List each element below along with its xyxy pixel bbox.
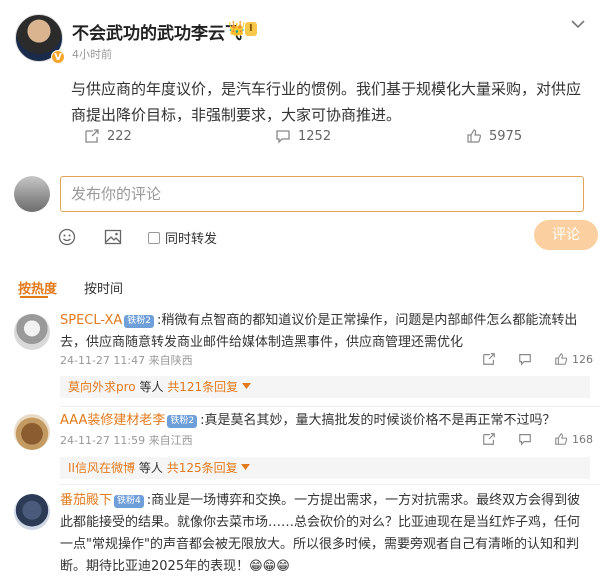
fan-badge: 铁粉2 xyxy=(124,315,154,328)
thumbs-up-icon xyxy=(555,353,568,365)
caret-down-icon xyxy=(242,383,252,389)
comment-icon[interactable] xyxy=(518,352,532,366)
comment-button[interactable]: 1252 xyxy=(275,128,331,144)
composer-toolbar: 同时转发 评论 xyxy=(58,220,598,252)
post-text: 与供应商的年度议价，是汽车行业的惯例。我们基于规模化大量采购，对供应商提出降价目… xyxy=(71,80,582,124)
checkbox-box[interactable] xyxy=(148,231,160,244)
chevron-down-icon[interactable] xyxy=(571,14,585,33)
post-header: V 不会武功的武功李云飞 👑 I 4小时前 xyxy=(15,14,595,64)
repost-checkbox-label: 同时转发 xyxy=(165,232,218,247)
comment-like-count: 126 xyxy=(572,352,593,366)
reply-summary[interactable]: II信风在微博 等人 共125条回复 xyxy=(60,457,590,479)
repost-count: 222 xyxy=(107,128,132,144)
share-icon[interactable] xyxy=(482,352,496,366)
comment-meta: 24-11-27 11:47 来自陕西 xyxy=(60,354,193,367)
comment-text-block: SPECL-XA 铁粉2:稍微有点智商的都知道议价是正常操作，问题是内部邮件怎么都… xyxy=(60,310,590,354)
comment-composer: 发布你的评论 xyxy=(14,174,594,218)
crown-icon: 👑 xyxy=(228,21,246,37)
reply-connector: 等人 xyxy=(135,461,167,475)
commenter-name[interactable]: AAA装修建材老李 xyxy=(60,413,165,428)
thumbs-up-icon xyxy=(555,433,568,445)
comment-text-block: AAA装修建材老李 铁粉2:真是莫名其妙，量大搞批发的时候谈价格不是再正常不过吗？ xyxy=(60,410,590,432)
fan-badge: 铁粉2 xyxy=(167,415,198,428)
comment-actions: 126 xyxy=(482,352,593,366)
my-avatar xyxy=(14,176,50,212)
commenter-name[interactable]: SPECL-XA xyxy=(60,313,122,328)
comment-like-count: 168 xyxy=(572,432,593,446)
comment-divider xyxy=(60,406,600,407)
reply-user[interactable]: 莫向外求pro xyxy=(68,380,136,394)
comment-text: :真是莫名其妙，量大搞批发的时候谈价格不是再正常不过吗？ xyxy=(200,413,556,428)
comment-input[interactable]: 发布你的评论 xyxy=(60,176,584,212)
share-icon xyxy=(85,129,99,143)
comment-like-button[interactable]: 168 xyxy=(554,432,593,446)
post-time: 4小时前 xyxy=(72,48,112,61)
post-actions: 222 1252 5975 xyxy=(0,128,605,150)
reply-count[interactable]: 共121条回复 xyxy=(167,380,238,394)
caret-down-icon xyxy=(241,464,251,470)
commenter-name[interactable]: 番茄殿下 xyxy=(60,493,112,508)
reply-count[interactable]: 共125条回复 xyxy=(167,461,238,475)
comment-item: SPECL-XA 铁粉2:稍微有点智商的都知道议价是正常操作，问题是内部邮件怎么都… xyxy=(14,310,599,398)
comment-icon xyxy=(276,130,290,144)
thumbs-up-icon xyxy=(467,129,482,143)
comment-text-block: 番茄殿下 铁粉4:商业是一场博弈和交换。一方提出需求，一方对抗需求。最终双方会得到… xyxy=(60,490,590,578)
active-tab-underline xyxy=(20,296,48,298)
image-icon[interactable] xyxy=(104,228,122,250)
commenter-avatar[interactable] xyxy=(14,494,50,530)
share-icon[interactable] xyxy=(482,432,496,446)
author-name[interactable]: 不会武功的武功李云飞 xyxy=(72,19,242,44)
like-button[interactable]: 5975 xyxy=(466,128,522,144)
emoji-icon[interactable] xyxy=(58,228,76,250)
like-count: 5975 xyxy=(489,128,523,144)
comment-like-button[interactable]: 126 xyxy=(554,352,593,366)
repost-button[interactable]: 222 xyxy=(84,128,132,144)
fan-badge: 铁粉4 xyxy=(114,495,144,508)
comment-item: 番茄殿下 铁粉4:商业是一场博弈和交换。一方提出需求，一方对抗需求。最终双方会得到… xyxy=(14,490,599,578)
comment-icon[interactable] xyxy=(518,432,532,446)
reply-connector: 等人 xyxy=(135,380,168,394)
verified-icon: V xyxy=(51,50,65,64)
level-badge: I xyxy=(245,22,257,36)
comment-item: AAA装修建材老李 铁粉2:真是莫名其妙，量大搞批发的时候谈价格不是再正常不过吗？… xyxy=(14,410,599,479)
comment-meta: 24-11-27 11:59 来自江西 xyxy=(60,434,193,447)
submit-comment-button[interactable]: 评论 xyxy=(534,220,598,250)
repost-checkbox[interactable]: 同时转发 xyxy=(148,228,217,247)
comment-actions: 168 xyxy=(482,432,593,446)
commenter-avatar[interactable] xyxy=(14,314,50,350)
commenter-avatar[interactable] xyxy=(14,414,50,450)
comment-count: 1252 xyxy=(298,128,332,144)
reply-user[interactable]: II信风在微博 xyxy=(68,461,135,475)
tab-sort-hot[interactable]: 按热度 xyxy=(18,278,57,297)
reply-summary[interactable]: 莫向外求pro 等人 共121条回复 xyxy=(60,376,590,398)
comment-divider xyxy=(60,484,600,485)
tab-sort-time[interactable]: 按时间 xyxy=(84,278,123,297)
